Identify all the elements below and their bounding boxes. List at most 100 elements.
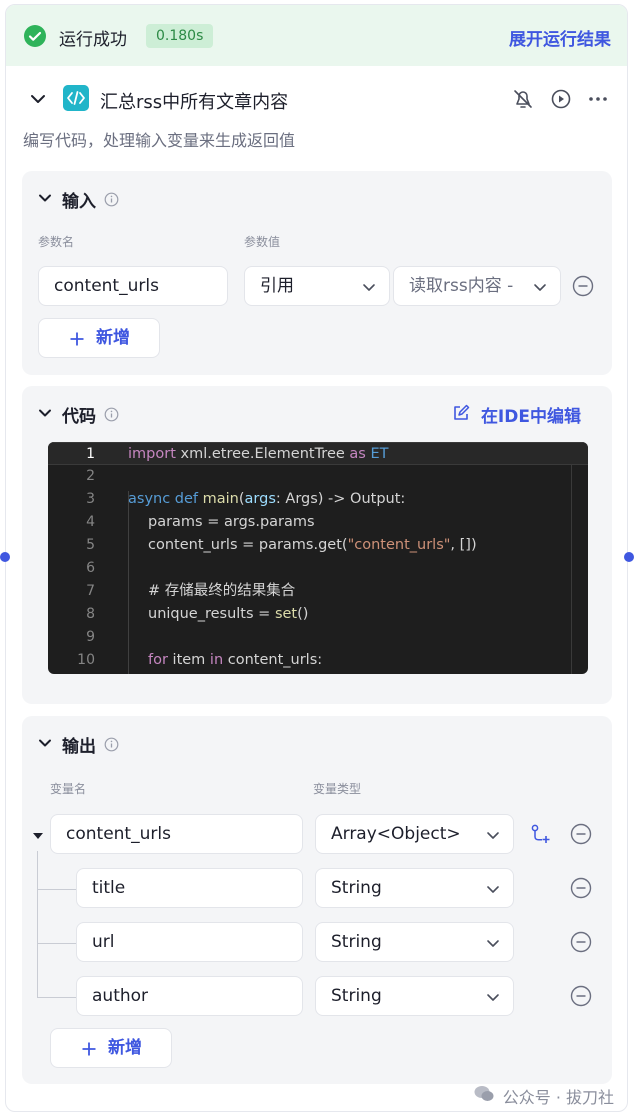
play-icon[interactable] bbox=[549, 87, 573, 111]
code-comment: # 存储最终的结果集合 bbox=[148, 583, 296, 599]
variable-name-column-label: 变量名 bbox=[50, 782, 87, 796]
expand-results-link[interactable]: 展开运行结果 bbox=[509, 25, 611, 50]
line-number: 8 bbox=[86, 606, 95, 622]
value-reference-select[interactable]: 读取rss内容 - bbox=[393, 266, 561, 306]
line-number: 4 bbox=[86, 514, 95, 530]
chevron-down-icon[interactable] bbox=[37, 405, 53, 421]
code-line[interactable]: 2 bbox=[48, 465, 588, 488]
line-number: 1 bbox=[86, 446, 95, 462]
remove-circle-icon[interactable] bbox=[570, 877, 592, 899]
code-line[interactable]: 4 params = args.params bbox=[48, 511, 588, 534]
code-node-icon bbox=[63, 85, 89, 111]
plus-icon bbox=[70, 332, 84, 346]
code-line[interactable]: 10 for item in content_urls: bbox=[48, 649, 588, 672]
success-check-icon bbox=[24, 25, 46, 47]
run-status-banner: 运行成功 0.180s 展开运行结果 bbox=[6, 5, 627, 66]
child-var-type-text: String bbox=[331, 986, 382, 1006]
plus-icon bbox=[82, 1042, 96, 1056]
tree-connector bbox=[37, 943, 76, 944]
info-icon[interactable] bbox=[104, 737, 119, 752]
child-var-type-select[interactable]: String bbox=[315, 976, 514, 1016]
chevron-down-icon[interactable] bbox=[37, 190, 53, 206]
input-panel-title: 输入 bbox=[62, 192, 96, 212]
remove-circle-icon[interactable] bbox=[570, 931, 592, 953]
line-number: 3 bbox=[86, 491, 95, 507]
chevron-down-icon[interactable] bbox=[28, 89, 48, 109]
tree-connector bbox=[37, 997, 76, 998]
code-editor[interactable]: 1 import xml.etree.ElementTree as ET 2 3… bbox=[48, 442, 588, 674]
chevron-down-icon[interactable] bbox=[37, 735, 53, 751]
wechat-icon bbox=[474, 1086, 494, 1101]
child-var-name-input[interactable]: url bbox=[76, 922, 303, 962]
code-node-card: 运行成功 0.180s 展开运行结果 汇总rss中所有文章内容 编写代码，处理输… bbox=[5, 4, 628, 1112]
child-var-type-select[interactable]: String bbox=[315, 868, 514, 908]
code-panel: 代码 在IDE中编辑 1 import xml.etree.ElementTre… bbox=[22, 386, 612, 704]
edit-in-ide-link[interactable]: 在IDE中编辑 bbox=[454, 402, 581, 427]
run-status-text: 运行成功 bbox=[59, 30, 127, 50]
node-description: 编写代码，处理输入变量来生成返回值 bbox=[23, 131, 296, 150]
remove-circle-icon[interactable] bbox=[570, 823, 592, 845]
code-line[interactable]: 6 bbox=[48, 557, 588, 580]
edit-icon bbox=[454, 404, 470, 420]
code-line[interactable]: 3 async def main(args: Args) -> Output: bbox=[48, 488, 588, 511]
input-connection-handle[interactable] bbox=[0, 552, 10, 562]
add-output-button[interactable]: 新增 bbox=[50, 1028, 172, 1068]
child-var-type-text: String bbox=[331, 932, 382, 952]
input-panel: 输入 参数名 参数值 content_urls 引用 读取rss内容 - 新增 bbox=[22, 171, 612, 375]
output-var-type-select[interactable]: Array<Object> bbox=[315, 814, 514, 854]
param-name-input[interactable]: content_urls bbox=[38, 266, 228, 306]
code-line[interactable]: 7 # 存储最终的结果集合 bbox=[48, 580, 588, 603]
child-var-name-input[interactable]: author bbox=[76, 976, 303, 1016]
param-value-column-label: 参数值 bbox=[244, 235, 281, 249]
output-connection-handle[interactable] bbox=[624, 552, 634, 562]
info-icon[interactable] bbox=[104, 192, 119, 207]
input-panel-header[interactable]: 输入 bbox=[22, 171, 612, 221]
add-input-button[interactable]: 新增 bbox=[38, 318, 160, 358]
param-name-column-label: 参数名 bbox=[38, 235, 75, 249]
output-panel-title: 输出 bbox=[62, 737, 96, 757]
caret-down-icon[interactable] bbox=[31, 829, 45, 843]
line-number: 5 bbox=[86, 537, 95, 553]
code-line[interactable]: 9 bbox=[48, 626, 588, 649]
output-var-type-text: Array<Object> bbox=[331, 824, 461, 844]
line-number: 7 bbox=[86, 583, 95, 599]
output-panel-header[interactable]: 输出 bbox=[22, 716, 612, 766]
value-type-select[interactable]: 引用 bbox=[244, 266, 390, 306]
watermark-text: 公众号 · 拔刀社 bbox=[502, 1088, 614, 1107]
chevron-down-icon bbox=[487, 940, 499, 947]
more-icon[interactable] bbox=[586, 87, 610, 111]
child-var-type-select[interactable]: String bbox=[315, 922, 514, 962]
run-duration-badge: 0.180s bbox=[146, 24, 214, 48]
code-text: for item in content_urls: bbox=[148, 652, 323, 668]
child-var-type-text: String bbox=[331, 878, 382, 898]
add-child-field-icon[interactable] bbox=[529, 823, 551, 845]
edit-in-ide-label: 在IDE中编辑 bbox=[480, 407, 581, 427]
code-text: unique_results = set() bbox=[148, 606, 309, 622]
code-line[interactable]: 1 import xml.etree.ElementTree as ET bbox=[48, 442, 588, 465]
code-line[interactable]: 8 unique_results = set() bbox=[48, 603, 588, 626]
remove-circle-icon[interactable] bbox=[570, 985, 592, 1007]
bug-off-icon[interactable] bbox=[511, 87, 535, 111]
node-header: 汇总rss中所有文章内容 bbox=[6, 75, 627, 123]
line-number: 6 bbox=[86, 560, 95, 576]
info-icon[interactable] bbox=[104, 407, 119, 422]
value-reference-text: 读取rss内容 - bbox=[409, 276, 514, 296]
code-line[interactable]: 5 content_urls = params.get("content_url… bbox=[48, 534, 588, 557]
output-panel: 输出 变量名 变量类型 content_urls Array<Object> t… bbox=[22, 716, 612, 1084]
code-text: content_urls = params.get("content_urls"… bbox=[148, 537, 477, 553]
output-var-name-input[interactable]: content_urls bbox=[50, 814, 303, 854]
watermark: 公众号 · 拔刀社 bbox=[474, 1084, 614, 1108]
remove-circle-icon[interactable] bbox=[572, 275, 594, 297]
code-panel-header[interactable]: 代码 在IDE中编辑 bbox=[22, 386, 612, 436]
code-text: params = args.params bbox=[148, 514, 315, 530]
code-text: import xml.etree.ElementTree as ET bbox=[128, 446, 389, 462]
variable-type-column-label: 变量类型 bbox=[313, 782, 362, 796]
node-title: 汇总rss中所有文章内容 bbox=[100, 92, 289, 113]
child-var-name-input[interactable]: title bbox=[76, 868, 303, 908]
chevron-down-icon bbox=[534, 284, 546, 291]
chevron-down-icon bbox=[487, 886, 499, 893]
tree-connector bbox=[37, 889, 76, 890]
line-number: 10 bbox=[77, 652, 95, 668]
code-text: async def main(args: Args) -> Output: bbox=[128, 491, 406, 507]
chevron-down-icon bbox=[363, 284, 375, 291]
